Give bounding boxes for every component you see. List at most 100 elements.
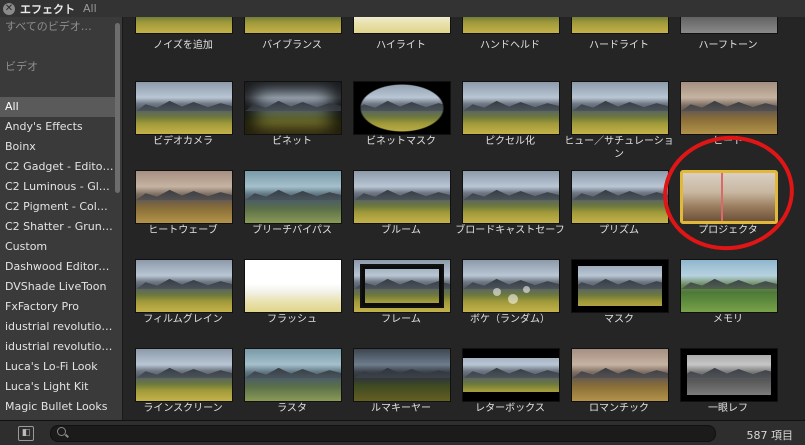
effect-tile[interactable]: ビネット xyxy=(244,81,344,151)
sidebar-item[interactable]: C2 Pigment - Col… xyxy=(0,197,115,217)
effect-thumbnail[interactable] xyxy=(353,170,451,224)
effect-tile[interactable]: ハードライト xyxy=(571,17,671,87)
effect-tile[interactable]: ブルーム xyxy=(353,170,453,240)
sidebar-item[interactable]: Custom xyxy=(0,237,115,257)
effect-thumbnail[interactable] xyxy=(353,17,451,34)
effect-thumbnail[interactable] xyxy=(135,259,233,313)
effect-thumbnail[interactable] xyxy=(462,17,560,34)
effect-tile[interactable]: 一眼レフ xyxy=(680,348,780,418)
effect-label: ビネット xyxy=(272,136,312,147)
effects-browser: ノイズを追加 バイブランス ハイライト ハンドヘルド ハードライト ハーフトーン… xyxy=(123,17,805,420)
sidebar-item[interactable]: C2 Luminous - Gl… xyxy=(0,177,115,197)
effect-tile[interactable]: ロマンチック xyxy=(571,348,671,418)
effect-tile[interactable]: プリズム xyxy=(571,170,671,240)
sidebar-scrollbar[interactable] xyxy=(115,23,120,193)
effect-thumbnail[interactable] xyxy=(571,17,669,34)
sidebar-item[interactable]: Dashwood Editor… xyxy=(0,257,115,277)
effect-tile[interactable]: ブリーチバイパス xyxy=(244,170,344,240)
sidebar-item[interactable]: Andy's Effects xyxy=(0,117,115,137)
effect-label: ビネットマスク xyxy=(366,136,436,147)
effect-thumbnail[interactable] xyxy=(680,259,778,313)
effect-tile[interactable]: フラッシュ xyxy=(244,259,344,329)
effect-tile[interactable]: ビデオカメラ xyxy=(135,81,235,151)
effect-tile[interactable]: ラスタ xyxy=(244,348,344,418)
sidebar-item[interactable]: Luca's Lo-Fi Look xyxy=(0,357,115,377)
sidebar-item[interactable]: Boinx xyxy=(0,137,115,157)
effect-label: ハーフトーン xyxy=(698,40,758,51)
sidebar-item[interactable]: すべてのビデオ… xyxy=(0,17,115,37)
effect-tile[interactable]: フィルムグレイン xyxy=(135,259,235,329)
effect-thumbnail[interactable] xyxy=(353,259,451,313)
effect-label: ピクセル化 xyxy=(485,136,535,147)
effect-tile[interactable]: ハイライト xyxy=(353,17,453,87)
effect-tile[interactable]: ボケ（ランダム） xyxy=(462,259,562,329)
effect-tile[interactable]: ノイズを追加 xyxy=(135,17,235,87)
effect-thumbnail[interactable] xyxy=(571,81,669,135)
effect-label: ブリーチバイパス xyxy=(252,225,332,236)
effect-thumbnail[interactable] xyxy=(353,81,451,135)
effect-label: ブロードキャストセーフ xyxy=(455,225,565,236)
effect-thumbnail[interactable] xyxy=(680,81,778,135)
effect-tile[interactable]: ピクセル化 xyxy=(462,81,562,151)
sidebar-item[interactable]: Luca's Light Kit xyxy=(0,377,115,397)
effect-thumbnail[interactable] xyxy=(244,170,342,224)
sidebar-item[interactable]: Magic Bullet Looks xyxy=(0,397,115,417)
effect-tile[interactable]: フレーム xyxy=(353,259,453,329)
effect-tile[interactable]: ルマキーヤー xyxy=(353,348,453,418)
effect-thumbnail[interactable] xyxy=(244,17,342,34)
effect-label: ビデオカメラ xyxy=(153,136,213,147)
close-icon[interactable]: ✕ xyxy=(3,2,15,15)
sidebar-item[interactable]: idustrial revolutio… xyxy=(0,337,115,357)
sidebar-item[interactable]: C2 Gadget - Edito… xyxy=(0,157,115,177)
effect-label: 一眼レフ xyxy=(708,403,748,414)
effect-tile[interactable]: ラインスクリーン xyxy=(135,348,235,418)
effect-thumbnail[interactable] xyxy=(135,81,233,135)
effect-thumbnail[interactable] xyxy=(680,17,778,34)
effect-thumbnail[interactable] xyxy=(353,348,451,402)
effect-label: レターボックス xyxy=(475,403,545,414)
effect-tile[interactable]: マスク xyxy=(571,259,671,329)
effect-thumbnail[interactable] xyxy=(571,170,669,224)
effect-tile[interactable]: ブロードキャストセーフ xyxy=(455,170,565,240)
effect-thumbnail[interactable] xyxy=(244,81,342,135)
panel-title: エフェクト xyxy=(20,2,75,16)
effect-tile[interactable]: バイブランス xyxy=(244,17,344,87)
effect-tile[interactable]: レターボックス xyxy=(462,348,562,418)
effect-tile[interactable]: ヒュー／サチュレーション xyxy=(564,81,674,160)
effect-tile[interactable]: ビネットマスク xyxy=(353,81,453,151)
sidebar-item xyxy=(0,37,115,57)
effect-thumbnail[interactable] xyxy=(244,348,342,402)
effect-thumbnail[interactable] xyxy=(571,348,669,402)
sidebar-item[interactable]: All xyxy=(0,97,115,117)
effect-thumbnail[interactable] xyxy=(462,348,560,402)
sidebar-item[interactable]: C2 Shatter - Grun… xyxy=(0,217,115,237)
effect-tile[interactable]: ヒートウェーブ xyxy=(135,170,235,240)
sidebar-item[interactable]: ビデオ xyxy=(0,57,115,77)
effect-thumbnail[interactable] xyxy=(135,170,233,224)
sidebar-item[interactable]: DVShade LiveToon xyxy=(0,277,115,297)
effect-tile[interactable]: メモリ xyxy=(680,259,780,329)
effect-label: ボケ（ランダム） xyxy=(470,314,550,325)
effect-tile[interactable]: ハンドヘルド xyxy=(462,17,562,87)
effect-label: フレーム xyxy=(381,314,421,325)
sidebar-item[interactable]: idustrial revolutio… xyxy=(0,317,115,337)
effect-thumbnail[interactable] xyxy=(462,81,560,135)
panel-subtitle: All xyxy=(83,2,97,15)
effect-thumbnail[interactable] xyxy=(462,170,560,224)
effect-tile[interactable]: ハーフトーン xyxy=(680,17,780,87)
effect-label: ヒュー／サチュレーション xyxy=(564,136,674,160)
effect-thumbnail[interactable] xyxy=(244,259,342,313)
effect-label: ハイライト xyxy=(376,40,426,51)
effect-thumbnail[interactable] xyxy=(135,348,233,402)
sidebar-toggle-icon[interactable]: ◧ xyxy=(18,426,34,441)
sidebar-item xyxy=(0,77,115,97)
effect-thumbnail[interactable] xyxy=(135,17,233,34)
effect-thumbnail[interactable] xyxy=(571,259,669,313)
sidebar-item[interactable]: FxFactory Pro xyxy=(0,297,115,317)
search-input[interactable] xyxy=(50,425,716,442)
effect-label: バイブランス xyxy=(262,40,322,51)
effect-thumbnail[interactable] xyxy=(462,259,560,313)
effect-label: ハンドヘルド xyxy=(480,40,540,51)
effect-label: プリズム xyxy=(599,225,639,236)
effect-thumbnail[interactable] xyxy=(680,348,778,402)
